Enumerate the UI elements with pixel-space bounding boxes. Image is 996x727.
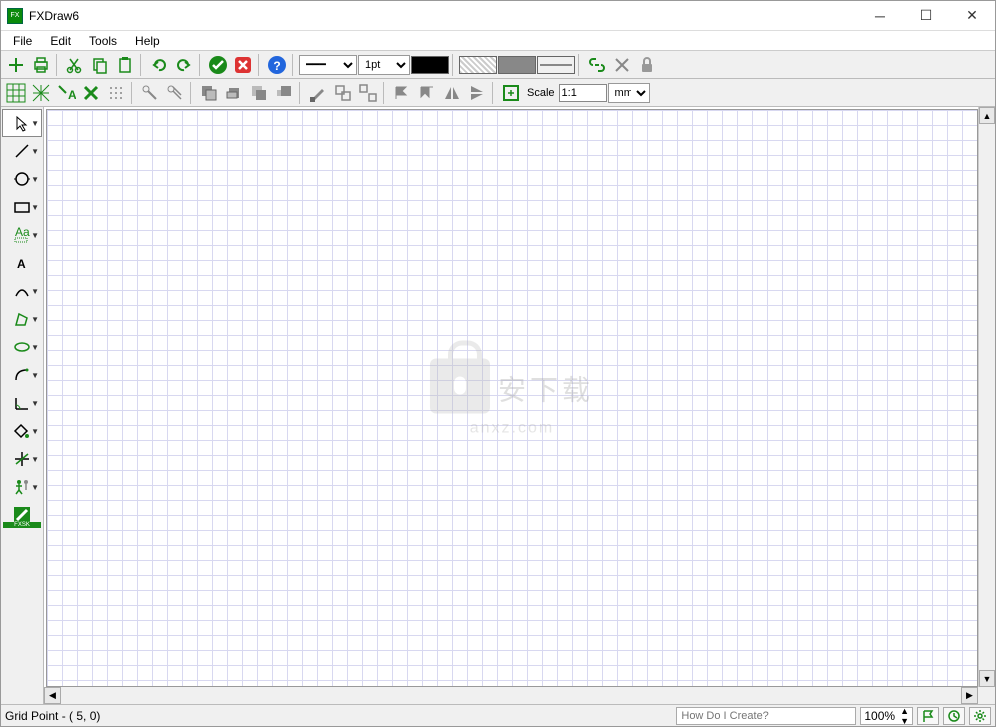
reject-button[interactable] [231,53,255,77]
scale-label: Scale [527,87,555,99]
titlebar: FX FXDraw6 ─ ☐ ✕ [1,1,995,31]
tag1-button[interactable] [138,81,162,105]
scroll-up-button[interactable]: ▲ [979,107,995,124]
minimize-button[interactable]: ─ [857,1,903,31]
close-button[interactable]: ✕ [949,1,995,31]
scale-unit-select[interactable]: mm [608,83,650,103]
svg-text:A: A [17,257,26,271]
statusbar: Grid Point - ( 5, 0) 100% ▲▼ [1,704,995,726]
send-back-button[interactable] [197,81,221,105]
zoom-control[interactable]: 100% ▲▼ [860,707,913,725]
workspace: ▼▼▼▼Aa▼A▼▼▼▼▼▼▼▼FXSK 安下载 anxz.com ▲ ▼ ◀ [1,107,995,704]
ellipse-tool[interactable]: ▼ [2,333,42,361]
copy-button[interactable] [88,53,112,77]
line-width-select[interactable]: 1pt [358,55,410,75]
pointer-tool[interactable]: ▼ [2,109,42,137]
scroll-right-button[interactable]: ▶ [961,687,978,704]
isogrid-button[interactable] [29,81,53,105]
dots-button[interactable] [104,81,128,105]
undo-button[interactable] [147,53,171,77]
flip-v-button[interactable] [465,81,489,105]
canvas-area: 安下载 anxz.com ▲ ▼ ◀ ▶ [44,107,995,704]
watermark: 安下载 anxz.com [430,359,594,438]
flip-h-button[interactable] [440,81,464,105]
svg-text:A: A [68,88,76,102]
svg-text:Aa: Aa [15,226,30,239]
scroll-down-button[interactable]: ▼ [979,670,995,687]
bring-front-button[interactable] [272,81,296,105]
svg-text:?: ? [273,59,280,73]
snap-text-button[interactable]: A [54,81,78,105]
color-swatch-black[interactable] [411,56,449,74]
text-annotation-tool[interactable]: Aa▼ [2,221,42,249]
grid-button[interactable] [4,81,28,105]
lock-icon [430,359,490,414]
print-button[interactable] [29,53,53,77]
lock-button[interactable] [635,53,659,77]
menu-edit[interactable]: Edit [42,32,79,50]
menubar: File Edit Tools Help [1,31,995,51]
link-button[interactable] [585,53,609,77]
flag-icon[interactable] [917,707,939,725]
angle-tool[interactable]: ▼ [2,389,42,417]
circle-tool[interactable]: ▼ [2,165,42,193]
axes-tool[interactable]: ▼ [2,445,42,473]
horizontal-scrollbar[interactable]: ◀ ▶ [44,687,995,704]
status-text: Grid Point - ( 5, 0) [5,709,100,723]
ungroup-button[interactable] [356,81,380,105]
toolbar-main: ? ━━━ 1pt [1,51,995,79]
cut-link-button[interactable] [610,53,634,77]
accept-button[interactable] [206,53,230,77]
new-button[interactable] [4,53,28,77]
app-icon: FX [7,8,23,24]
arc-tool[interactable]: ▼ [2,361,42,389]
settings-icon[interactable] [969,707,991,725]
menu-tools[interactable]: Tools [81,32,125,50]
bring-forward-button[interactable] [247,81,271,105]
search-input[interactable] [676,707,856,725]
fill-tool[interactable]: ▼ [2,417,42,445]
line-tool[interactable]: ▼ [2,137,42,165]
tag2-button[interactable] [163,81,187,105]
pattern-swatch[interactable] [459,56,497,74]
group-button[interactable] [331,81,355,105]
figure-tool[interactable]: ▼ [2,473,42,501]
curve-tool[interactable]: ▼ [2,277,42,305]
drawing-canvas[interactable]: 安下载 anxz.com [46,109,978,687]
line-end-swatch[interactable] [537,56,575,74]
tool-palette: ▼▼▼▼Aa▼A▼▼▼▼▼▼▼▼FXSK [1,107,44,704]
flag-left-button[interactable] [390,81,414,105]
window-title: FXDraw6 [29,9,79,23]
scale-input[interactable] [559,84,607,102]
menu-file[interactable]: File [5,32,40,50]
paste-button[interactable] [113,53,137,77]
scroll-left-button[interactable]: ◀ [44,687,61,704]
maximize-button[interactable]: ☐ [903,1,949,31]
send-backward-button[interactable] [222,81,246,105]
redo-button[interactable] [172,53,196,77]
brush-button[interactable] [306,81,330,105]
line-style-select[interactable]: ━━━ [299,55,357,75]
text-tool[interactable]: A [2,249,42,277]
help-button[interactable]: ? [265,53,289,77]
polygon-tool[interactable]: ▼ [2,305,42,333]
rectangle-tool[interactable]: ▼ [2,193,42,221]
delete-button[interactable] [79,81,103,105]
fxsk-tool[interactable]: FXSK [2,501,42,529]
color-swatch-gray[interactable] [498,56,536,74]
fit-button[interactable] [499,81,523,105]
toolbar-secondary: A Scale mm [1,79,995,107]
cut-button[interactable] [63,53,87,77]
menu-help[interactable]: Help [127,32,168,50]
history-icon[interactable] [943,707,965,725]
vertical-scrollbar[interactable]: ▲ ▼ [978,107,995,687]
flag-down-button[interactable] [415,81,439,105]
